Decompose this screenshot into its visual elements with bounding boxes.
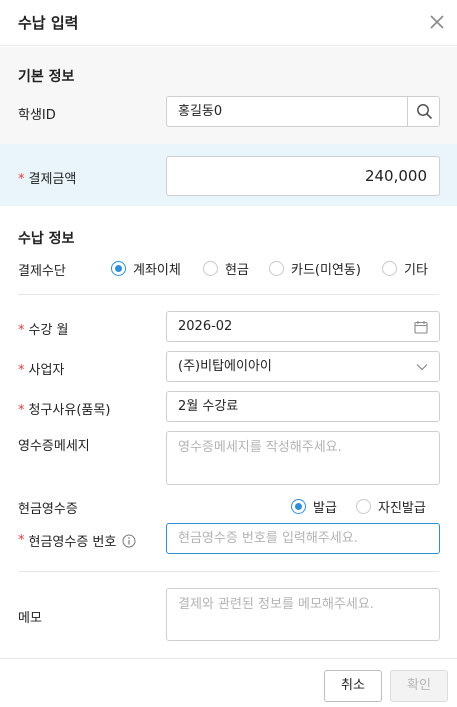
payment-amount-label-text: 결제금액 <box>28 172 77 187</box>
business-select[interactable]: (주)비탑에이아이 <box>166 351 440 382</box>
cash-number-label: * 현금영수증 번호 <box>18 531 136 550</box>
business-label: * 사업자 <box>18 359 64 378</box>
receipt-message-textarea[interactable] <box>166 431 440 485</box>
radio-self-issue[interactable]: 자진발급 <box>356 497 426 516</box>
radio-dot <box>382 261 397 276</box>
cash-number-input[interactable] <box>166 523 440 554</box>
search-icon <box>417 104 433 120</box>
cancel-button[interactable]: 취소 <box>324 670 382 702</box>
payment-amount-input[interactable]: 240,000 <box>166 156 440 196</box>
student-id-input[interactable]: 홍길동0 <box>166 96 440 127</box>
basic-info-title: 기본 정보 <box>18 69 75 85</box>
radio-card[interactable]: 카드(미연동) <box>269 259 361 278</box>
radio-dot <box>203 261 218 276</box>
cash-receipt-label: 현금영수증 <box>18 502 78 517</box>
student-id-label: 학생ID <box>18 108 56 123</box>
radio-bank-transfer-label: 계좌이체 <box>133 263 181 278</box>
required-mark: * <box>18 533 25 548</box>
confirm-button[interactable]: 확인 <box>390 670 448 702</box>
radio-issue-label: 발급 <box>313 501 337 516</box>
footer-divider <box>0 658 457 659</box>
radio-cash[interactable]: 현금 <box>203 259 249 278</box>
radio-dot <box>269 261 284 276</box>
receipt-message-label: 영수증메세지 <box>18 439 90 454</box>
info-icon[interactable] <box>122 534 136 548</box>
reason-label-text: 청구사유(품목) <box>28 403 111 418</box>
memo-label: 메모 <box>18 611 42 626</box>
month-label: * 수강 월 <box>18 319 69 338</box>
receipt-info-title: 수납 정보 <box>18 231 75 247</box>
radio-other[interactable]: 기타 <box>382 259 428 278</box>
dialog-title: 수납 입력 <box>18 14 79 32</box>
divider <box>18 571 439 572</box>
business-label-text: 사업자 <box>28 363 65 378</box>
chevron-down-icon <box>416 364 428 371</box>
radio-cash-label: 현금 <box>225 263 249 278</box>
required-mark: * <box>18 363 25 378</box>
memo-textarea[interactable] <box>166 588 440 641</box>
radio-card-label: 카드(미연동) <box>291 263 361 278</box>
required-mark: * <box>18 323 25 338</box>
reason-input[interactable]: 2월 수강료 <box>166 391 440 422</box>
radio-issue[interactable]: 발급 <box>291 497 337 516</box>
dialog-header: 수납 입력 <box>0 0 457 46</box>
payment-amount-label: * 결제금액 <box>18 168 76 187</box>
cash-number-label-text: 현금영수증 번호 <box>28 535 117 550</box>
divider <box>18 294 439 295</box>
calendar-icon[interactable] <box>414 320 428 334</box>
month-label-text: 수강 월 <box>28 323 69 338</box>
month-input[interactable]: 2026-02 <box>166 311 440 342</box>
reason-label: * 청구사유(품목) <box>18 399 110 418</box>
required-mark: * <box>18 403 25 418</box>
radio-dot <box>111 261 126 276</box>
payment-method-label: 결제수단 <box>18 264 66 279</box>
radio-bank-transfer[interactable]: 계좌이체 <box>111 259 181 278</box>
close-icon[interactable] <box>425 10 449 34</box>
radio-dot <box>291 499 306 514</box>
required-mark: * <box>18 172 25 187</box>
radio-dot <box>356 499 371 514</box>
student-search-button[interactable] <box>407 96 440 127</box>
radio-self-issue-label: 자진발급 <box>378 501 426 516</box>
radio-other-label: 기타 <box>404 263 428 278</box>
